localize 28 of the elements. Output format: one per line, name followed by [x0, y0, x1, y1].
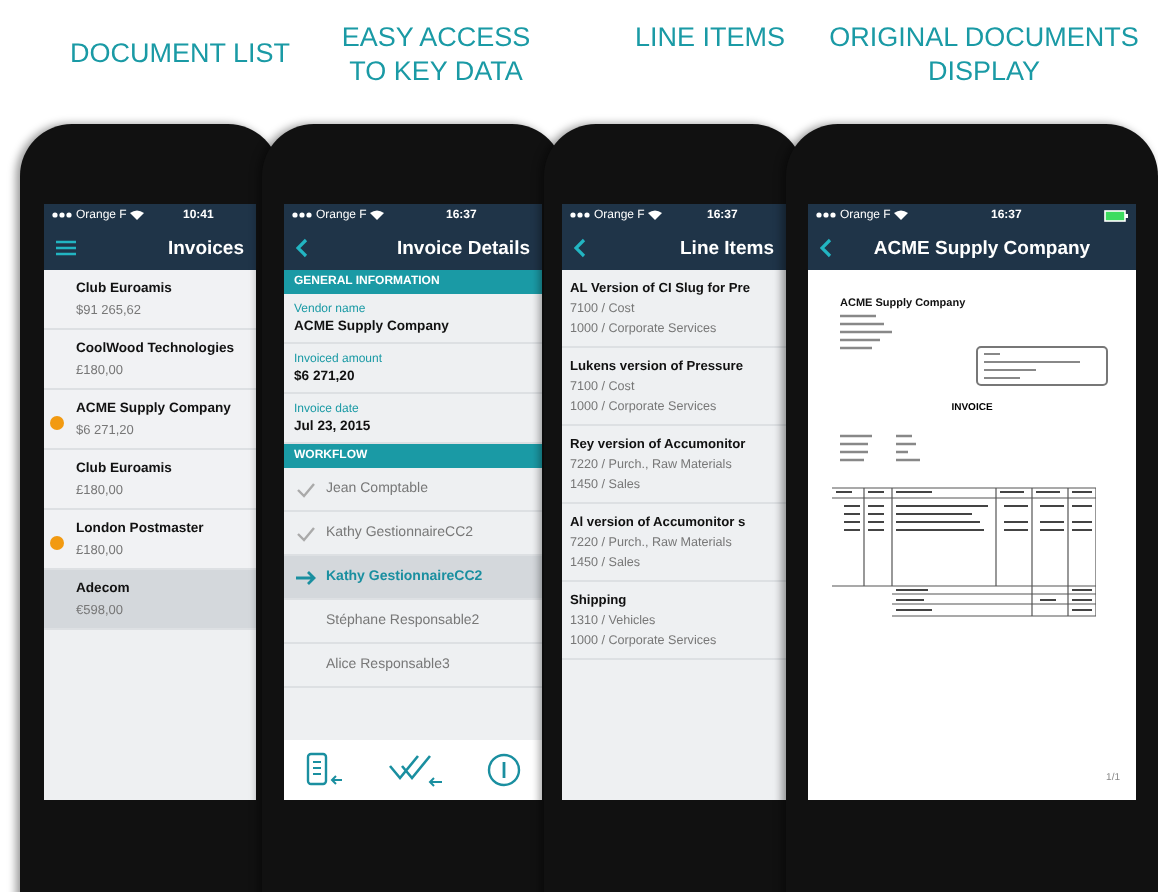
feature-caption: EASY ACCESS TO KEY DATA: [341, 20, 531, 88]
document-return-icon[interactable]: [305, 752, 345, 788]
feature-caption: DOCUMENT LIST: [70, 36, 290, 70]
wifi-icon: [370, 210, 385, 220]
signal-icon: [816, 212, 836, 218]
feature-caption: ORIGINAL DOCUMENTS DISPLAY: [829, 20, 1139, 88]
check-icon: [296, 525, 316, 541]
battery-icon: [1104, 209, 1128, 221]
approve-return-icon[interactable]: [387, 752, 443, 788]
address-box-drawing: [976, 346, 1108, 386]
screen-title: Line Items: [680, 237, 774, 259]
wifi-icon: [130, 210, 145, 220]
feature-caption: LINE ITEMS: [635, 20, 785, 54]
wifi-icon: [894, 210, 909, 220]
back-icon[interactable]: [820, 238, 832, 258]
back-icon[interactable]: [296, 238, 308, 258]
screen-title: ACME Supply Company: [873, 237, 1091, 259]
signal-icon: [52, 212, 72, 218]
back-icon[interactable]: [574, 238, 586, 258]
check-icon: [296, 481, 316, 497]
screen-title: Invoices: [167, 237, 244, 259]
signal-icon: [570, 212, 590, 218]
signal-icon: [292, 212, 312, 218]
screen-title: Invoice Details: [396, 237, 530, 259]
info-icon[interactable]: [485, 752, 521, 788]
menu-icon[interactable]: [56, 240, 76, 256]
arrow-icon: [296, 569, 316, 585]
wifi-icon: [648, 210, 663, 220]
